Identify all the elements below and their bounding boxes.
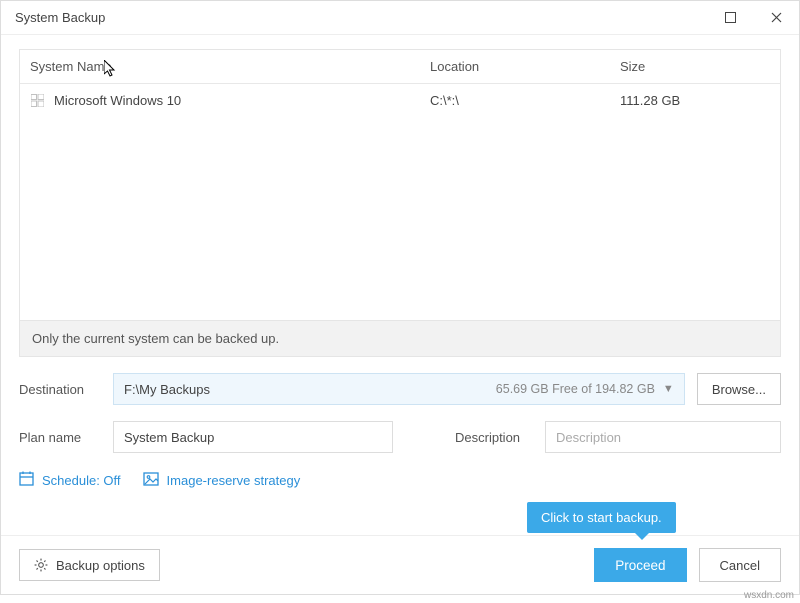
table-row[interactable]: Microsoft Windows 10 C:\*:\ 111.28 GB xyxy=(20,84,780,117)
row-size: 111.28 GB xyxy=(620,93,770,108)
windows-icon xyxy=(30,94,44,108)
window: System Backup System Name Location Size xyxy=(0,0,800,595)
image-icon xyxy=(143,472,159,489)
proceed-button[interactable]: Proceed xyxy=(594,548,686,582)
grid-body: Microsoft Windows 10 C:\*:\ 111.28 GB xyxy=(20,84,780,320)
col-header-size: Size xyxy=(620,59,770,74)
destination-label: Destination xyxy=(19,382,101,397)
image-reserve-link-label: Image-reserve strategy xyxy=(167,473,301,488)
window-title: System Backup xyxy=(15,10,707,25)
destination-combo[interactable]: F:\My Backups 65.69 GB Free of 194.82 GB… xyxy=(113,373,685,405)
content: System Name Location Size xyxy=(1,35,799,535)
cancel-button[interactable]: Cancel xyxy=(699,548,781,582)
plan-name-label: Plan name xyxy=(19,430,101,445)
backup-options-button[interactable]: Backup options xyxy=(19,549,160,581)
description-label: Description xyxy=(455,430,533,445)
watermark: wsxdn.com xyxy=(744,590,794,601)
description-input[interactable] xyxy=(545,421,781,453)
close-button[interactable] xyxy=(753,1,799,35)
col-header-location: Location xyxy=(430,59,620,74)
plan-row: Plan name Description xyxy=(19,421,781,453)
destination-row: Destination F:\My Backups 65.69 GB Free … xyxy=(19,373,781,405)
image-reserve-link[interactable]: Image-reserve strategy xyxy=(143,472,301,489)
system-grid: System Name Location Size xyxy=(19,49,781,357)
footer-bar: Click to start backup. Backup options Pr… xyxy=(1,535,799,594)
links-row: Schedule: Off Image-reserve strategy xyxy=(19,471,781,489)
backup-options-label: Backup options xyxy=(56,558,145,573)
titlebar: System Backup xyxy=(1,1,799,35)
grid-header: System Name Location Size xyxy=(20,50,780,84)
maximize-button[interactable] xyxy=(707,1,753,35)
gear-icon xyxy=(34,558,48,572)
chevron-down-icon: ▼ xyxy=(663,383,674,395)
row-location: C:\*:\ xyxy=(430,93,620,108)
plan-name-input[interactable] xyxy=(113,421,393,453)
row-system-name: Microsoft Windows 10 xyxy=(54,93,181,108)
destination-path: F:\My Backups xyxy=(124,382,496,397)
proceed-tooltip: Click to start backup. xyxy=(527,502,676,533)
grid-footer-note: Only the current system can be backed up… xyxy=(20,320,780,356)
schedule-link[interactable]: Schedule: Off xyxy=(19,471,121,489)
browse-button[interactable]: Browse... xyxy=(697,373,781,405)
calendar-icon xyxy=(19,471,34,489)
schedule-link-label: Schedule: Off xyxy=(42,473,121,488)
col-header-system: System Name xyxy=(30,59,430,74)
destination-free: 65.69 GB Free of 194.82 GB xyxy=(496,382,655,396)
